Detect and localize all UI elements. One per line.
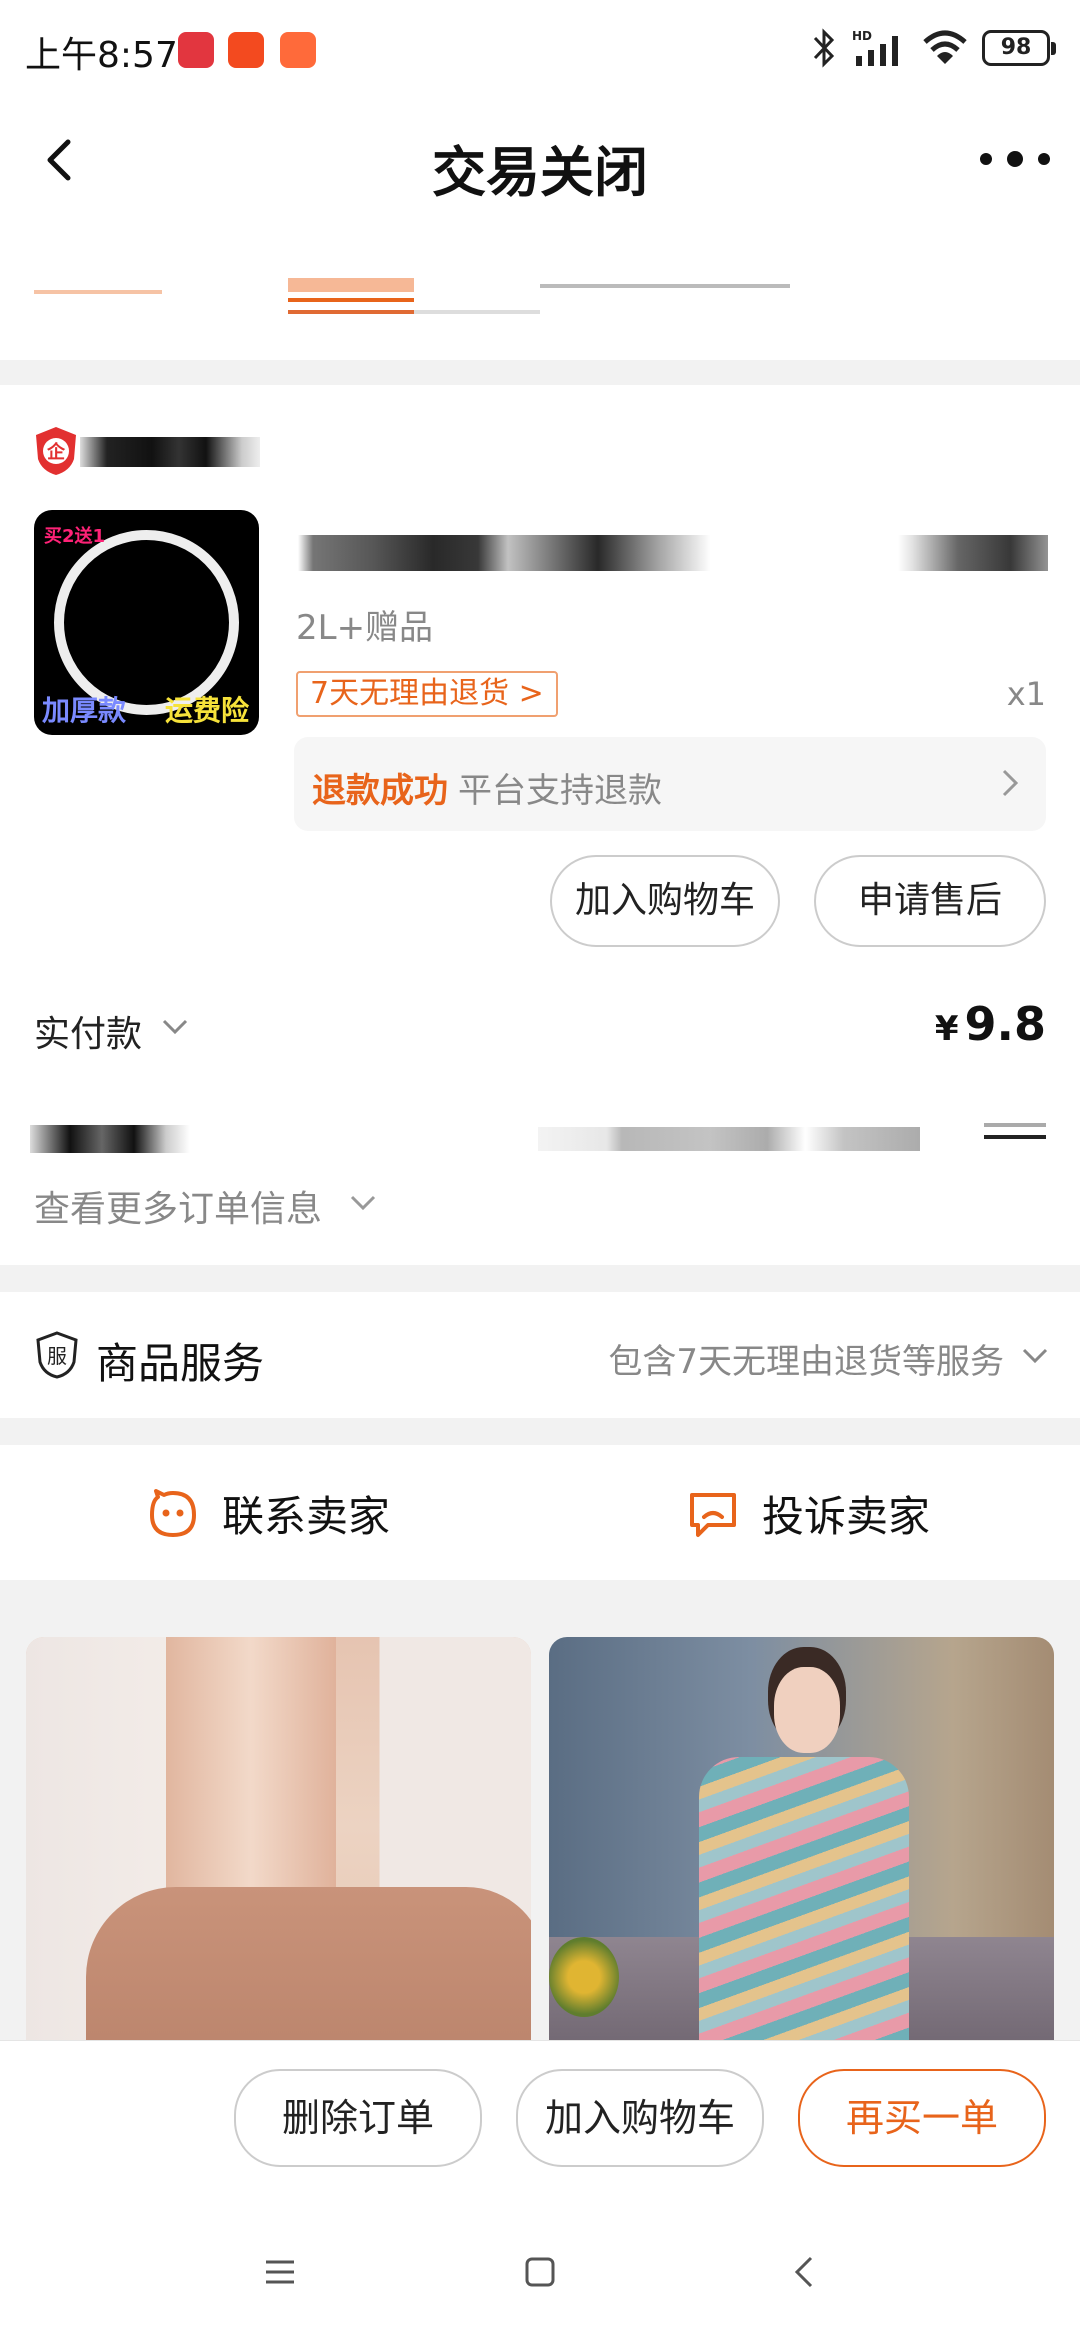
order-progress-card — [0, 220, 1080, 360]
wifi-icon — [923, 30, 967, 64]
battery-icon: 98 — [982, 30, 1056, 66]
product-thumbnail[interactable]: 买2送1 加厚款 运费险 — [34, 510, 259, 735]
thumb-insurance-text: 运费险 — [164, 694, 249, 727]
refund-description: 平台支持退款 — [458, 771, 662, 811]
progress-segment — [288, 278, 414, 292]
shop-name-redacted[interactable] — [80, 437, 260, 467]
product-image-ring — [54, 530, 239, 715]
recommended-product-image — [774, 1667, 840, 1753]
paid-amount: ¥9.8 — [935, 997, 1046, 1051]
enterprise-shop-icon[interactable]: 企 — [34, 425, 78, 477]
after-sale-button[interactable]: 申请售后 — [814, 855, 1046, 947]
add-to-cart-button[interactable]: 加入购物车 — [550, 855, 780, 947]
contact-seller-button[interactable]: 联系卖家 — [146, 1483, 390, 1544]
status-bar: 上午8:57 HD 98 — [0, 0, 1080, 100]
product-title-redacted[interactable] — [298, 535, 1048, 571]
bottom-action-bar: 删除订单 加入购物车 再买一单 — [0, 2040, 1080, 2210]
app-notice-icon — [280, 32, 316, 68]
thumb-promo-text: 买2送1 — [44, 526, 106, 547]
refund-status-row[interactable]: 退款成功 平台支持退款 — [294, 737, 1046, 831]
status-time: 上午8:57 — [25, 35, 178, 76]
product-quantity: x1 — [1006, 675, 1046, 713]
progress-segment — [540, 284, 790, 288]
complaint-icon — [690, 1492, 736, 1537]
return-policy-tag[interactable]: 7天无理由退货 > — [296, 671, 558, 717]
progress-segment — [34, 290, 162, 294]
status-icons: HD 98 — [812, 28, 1056, 68]
recommended-product-card[interactable] — [549, 1637, 1054, 2057]
recommended-product-image — [86, 1887, 531, 2057]
page-title: 交易关闭 — [432, 141, 648, 204]
refund-status: 退款成功 — [312, 771, 448, 811]
recommended-product-card[interactable] — [26, 1637, 531, 2057]
recommended-product-image — [699, 1757, 909, 2057]
order-number-value-redacted — [538, 1127, 920, 1151]
svg-text:HD: HD — [852, 29, 872, 43]
service-icon-text: 服 — [47, 1344, 67, 1368]
progress-segment — [288, 310, 414, 314]
progress-segment — [414, 310, 540, 314]
copy-button-redacted[interactable] — [984, 1123, 1046, 1143]
system-back-icon[interactable] — [785, 2252, 825, 2292]
menu-icon[interactable] — [260, 2252, 300, 2292]
product-spec: 2L+赠品 — [296, 608, 434, 648]
taobao-icon — [228, 32, 264, 68]
nav-bar: 交易关闭 — [0, 100, 1080, 220]
recommended-product-image — [549, 1937, 619, 2017]
progress-segment — [288, 298, 414, 302]
complain-seller-label: 投诉卖家 — [762, 1492, 931, 1541]
chevron-down-icon[interactable] — [160, 1017, 190, 1037]
more-icon[interactable] — [980, 144, 1050, 174]
contact-seller-label: 联系卖家 — [222, 1492, 391, 1541]
svg-text:企: 企 — [46, 441, 66, 463]
order-card: 企 买2送1 加厚款 运费险 2L+赠品 7天无理由退货 > x1 退款成功 平… — [0, 385, 1080, 1265]
chevron-right-icon — [1002, 769, 1019, 797]
signal-icon: HD — [852, 29, 898, 66]
order-number-redacted — [30, 1125, 190, 1153]
buy-again-button[interactable]: 再买一单 — [798, 2069, 1046, 2167]
thumb-thick-text: 加厚款 — [42, 694, 127, 727]
service-row[interactable]: 服 商品服务 包含7天无理由退货等服务 — [0, 1292, 1080, 1418]
paid-label[interactable]: 实付款 — [34, 1005, 142, 1057]
service-summary: 包含7天无理由退货等服务 — [608, 1342, 1004, 1382]
currency-symbol: ¥ — [934, 1009, 959, 1049]
contact-row: 联系卖家 投诉卖家 — [0, 1445, 1080, 1580]
service-label: 商品服务 — [96, 1339, 265, 1388]
delete-order-button[interactable]: 删除订单 — [234, 2069, 482, 2167]
system-nav-bar — [0, 2210, 1080, 2340]
complain-seller-button[interactable]: 投诉卖家 — [686, 1483, 930, 1544]
bluetooth-icon — [813, 28, 835, 68]
chevron-down-icon — [1022, 1348, 1048, 1364]
more-order-info[interactable]: 查看更多订单信息 — [34, 1180, 322, 1232]
chat-smile-icon — [150, 1488, 196, 1537]
paid-value: 9.8 — [964, 997, 1047, 1051]
service-shield-icon: 服 — [36, 1331, 78, 1379]
add-to-cart-button[interactable]: 加入购物车 — [516, 2069, 764, 2167]
home-icon[interactable] — [520, 2252, 560, 2292]
chevron-down-icon[interactable] — [348, 1193, 378, 1213]
app-618-icon — [178, 32, 214, 68]
